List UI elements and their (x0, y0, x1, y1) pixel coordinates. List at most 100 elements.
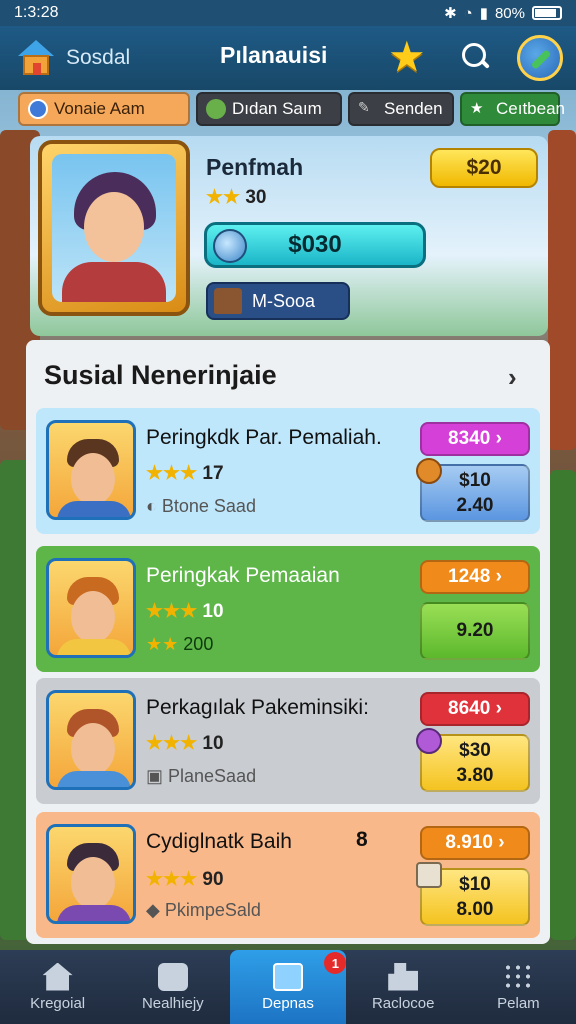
row-rating: ★★★ 17 (146, 462, 224, 485)
player-profile-card: Penfmah ★★ 30 $20 $030 M-Sooa (30, 136, 548, 336)
player-avatar (46, 690, 136, 790)
score-chip[interactable]: 8640 › (420, 692, 530, 726)
coin-icon (213, 229, 247, 263)
row-score: 8640 (448, 698, 491, 719)
reward-box[interactable]: 9.20 (420, 602, 530, 660)
header-left-label[interactable]: Sosdal (66, 46, 206, 70)
tab-senden[interactable]: ✎ Senden (348, 92, 454, 126)
notification-badge: 1 (324, 952, 347, 974)
score-chip[interactable]: 8.910 › (420, 826, 530, 860)
panel-title: Susial Nenerinjaie (44, 360, 277, 390)
leaderboard-row[interactable]: Cydiglnatk Baih 8 ★★★ 90 ◆ PkimpeSald 8.… (36, 812, 540, 938)
reward-bottom: 3.80 (456, 764, 494, 786)
leaderboard-row[interactable]: Perkagılak Pakeminsiki: ★★★ 10 ▣ PlaneSa… (36, 678, 540, 804)
row-name: Peringkdk Par. Pemaliah. (146, 426, 382, 449)
row-subtitle: ★★ 200 (146, 634, 213, 655)
nav-home[interactable]: Kregoial (0, 950, 115, 1024)
star-rating-icon: ★★★ (146, 869, 198, 890)
coin-balance-bar[interactable]: $030 (204, 222, 426, 268)
home-icon[interactable] (16, 38, 56, 78)
row-sub-label: Btone Saad (161, 496, 256, 516)
tab-bar: Vonaie Aam Dıdan Saım ✎ Senden ★ Ceıtbea… (18, 92, 565, 128)
chevron-right-icon[interactable]: › (508, 362, 517, 393)
reward-bottom: 8.00 (456, 898, 494, 920)
row-rating: ★★★ 90 (146, 868, 224, 891)
page-title: Pılanauisi (220, 42, 328, 68)
row-sub-label: PkimpeSald (164, 900, 261, 920)
player-avatar[interactable] (38, 140, 190, 316)
row-score: 8340 (448, 428, 491, 449)
leaderboard-row[interactable]: Peringkdk Par. Pemaliah. ★★★ 17 ◐ Btone … (36, 408, 540, 534)
leaderboard-row[interactable]: Peringkak Pemaaian ★★★ 10 ★★ 200 1248 › … (36, 546, 540, 672)
bottom-navigation: Kregoial Nealhiejy Depnas 1 Raclocoe Pel… (0, 950, 576, 1024)
status-time: 1:3:28 (14, 4, 59, 21)
coin-balance: $030 (288, 231, 342, 258)
player-avatar (46, 420, 136, 520)
tab-didan-saim[interactable]: Dıdan Saım (196, 92, 342, 126)
row-score: 1248 (448, 566, 491, 587)
mode-button[interactable]: M-Sooa (206, 282, 350, 320)
tab-ceitbean[interactable]: ★ Ceıtbean (460, 92, 565, 126)
player-avatar (46, 558, 136, 658)
nav-menu[interactable]: Pelam (461, 950, 576, 1024)
gem-icon (416, 728, 442, 754)
star-rating-icon: ★★ (146, 634, 179, 654)
chest-icon (416, 862, 442, 888)
wifi-icon: ◔ (463, 4, 473, 22)
search-icon[interactable] (460, 41, 490, 71)
row-star-count: 90 (202, 869, 224, 890)
star-icon[interactable]: ★ (388, 36, 426, 78)
reward-top: $10 (459, 469, 491, 491)
tab-star-icon: ★ (470, 100, 484, 117)
row-star-count: 17 (202, 463, 224, 484)
mode-label: M-Sooa (252, 290, 316, 311)
score-chip[interactable]: 1248 › (420, 560, 530, 594)
nav-puzzle[interactable]: Raclocoe (346, 950, 461, 1024)
gold-balance-button[interactable]: $20 (430, 148, 538, 188)
row-star-count: 10 (202, 733, 224, 754)
player-rating: ★★ 30 (206, 186, 267, 209)
score-chip[interactable]: 8340 › (420, 422, 530, 456)
nav-label: Nealhiejy (141, 994, 204, 1012)
star-rating-icon: ★★★ (146, 601, 198, 622)
row-rating: ★★★ 10 (146, 732, 224, 755)
tab-shield-icon (28, 99, 48, 119)
home-icon (42, 962, 73, 991)
signal-icon: ▮ (479, 5, 488, 22)
trophy-icon (416, 458, 442, 484)
achievement-badge-icon[interactable] (517, 35, 563, 81)
row-rating: ★★★ 10 (146, 600, 224, 623)
puzzle-icon (388, 962, 419, 991)
player-star-count: 30 (245, 187, 267, 208)
nav-profile[interactable]: Nealhiejy (115, 950, 230, 1024)
row-sub-label: 200 (183, 634, 214, 654)
row-name: Peringkak Pemaaian (146, 564, 340, 587)
battery-icon (532, 6, 562, 20)
social-leaderboard-panel: Susial Nenerinjaie › Peringkdk Par. Pema… (26, 340, 550, 944)
background-building (548, 130, 576, 450)
nav-label: Depnas (262, 994, 314, 1012)
tab-label: Vonaie Aam (54, 99, 145, 118)
mailbox-icon (273, 962, 303, 991)
row-subtitle: ◆ PkimpeSald (146, 900, 261, 920)
nav-label: Raclocoe (371, 994, 435, 1012)
tab-vonaie-aam[interactable]: Vonaie Aam (18, 92, 190, 126)
star-rating-icon: ★★ (206, 187, 241, 208)
nav-inbox[interactable]: Depnas 1 (230, 950, 347, 1024)
reward-top: $10 (459, 873, 491, 895)
row-score: 8.910 (445, 832, 493, 853)
row-subtitle: ▣ PlaneSaad (146, 766, 257, 786)
profile-icon (157, 962, 188, 991)
tab-label: Dıdan Saım (232, 99, 322, 118)
player-avatar (46, 824, 136, 924)
gold-balance: $20 (466, 156, 502, 179)
row-name: Perkagılak Pakeminsiki: (146, 696, 369, 719)
row-star-count: 10 (202, 601, 224, 622)
player-name: Penfmah (206, 154, 304, 180)
battery-percent: 80% (494, 4, 525, 22)
nav-label: Kregoial (30, 994, 86, 1012)
tab-leaf-icon (206, 99, 226, 119)
row-subtitle: ◐ Btone Saad (146, 496, 256, 516)
star-rating-icon: ★★★ (146, 733, 198, 754)
row-name: Cydiglnatk Baih (146, 830, 292, 853)
